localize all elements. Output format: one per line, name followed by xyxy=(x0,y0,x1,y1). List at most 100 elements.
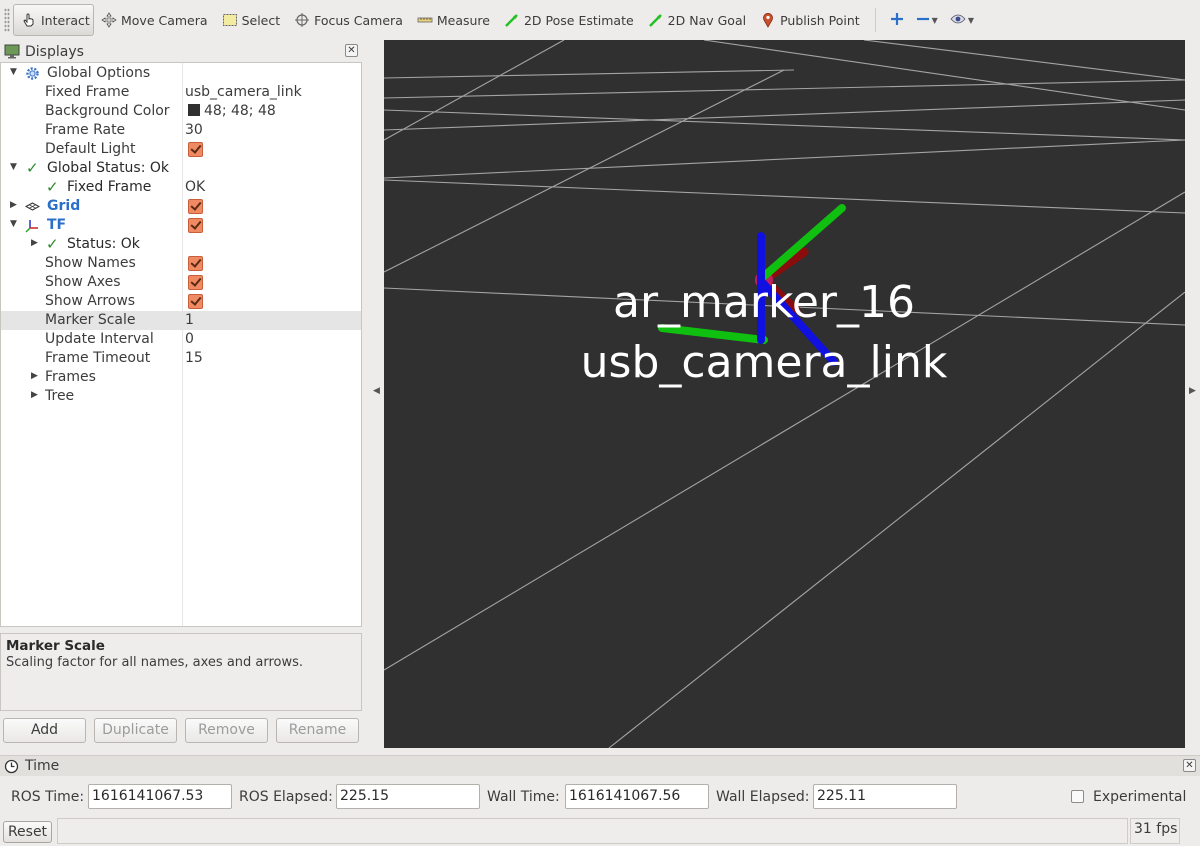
background-color-text: 48; 48; 48 xyxy=(204,103,276,119)
grid-icon xyxy=(24,199,41,214)
chevron-down-icon: ▼ xyxy=(967,15,974,25)
remove-display-button[interactable]: Remove xyxy=(185,718,268,743)
marker-scale-value[interactable]: 1 xyxy=(185,312,194,328)
frame-timeout-value[interactable]: 15 xyxy=(185,350,203,366)
collapse-arrow-icon[interactable]: ▶ xyxy=(31,390,41,400)
tree-row-fixed-frame[interactable]: Fixed Frame usb_camera_link xyxy=(1,83,361,102)
tree-row-show-names[interactable]: Show Names xyxy=(1,254,361,273)
toolbar-separator xyxy=(874,8,876,32)
tf-axes-icon xyxy=(25,218,41,233)
close-icon[interactable]: ✕ xyxy=(345,44,358,57)
expand-arrow-icon[interactable]: ▼ xyxy=(10,67,20,77)
tree-row-label: Fixed Frame xyxy=(45,84,130,100)
wall-time-field[interactable]: 1616141067.56 xyxy=(565,784,709,809)
view-panels-button[interactable]: ▼ xyxy=(944,5,980,35)
close-icon[interactable]: ✕ xyxy=(1183,759,1196,772)
select-tool-button[interactable]: Select xyxy=(215,5,288,35)
tree-row-show-axes[interactable]: Show Axes xyxy=(1,273,361,292)
displays-tree[interactable]: ▼ Global Options Fixed Frame usb_camera_… xyxy=(0,62,362,627)
tree-row-frame-timeout[interactable]: Frame Timeout 15 xyxy=(1,349,361,368)
grid-enabled-checkbox[interactable] xyxy=(188,199,203,214)
expand-arrow-icon[interactable]: ▼ xyxy=(10,162,20,172)
publish-point-tool-button[interactable]: Publish Point xyxy=(753,5,867,35)
ros-elapsed-field[interactable]: 225.15 xyxy=(336,784,480,809)
interact-tool-button[interactable]: Interact xyxy=(13,4,94,36)
description-title: Marker Scale xyxy=(6,638,105,654)
ros-time-label: ROS Time: xyxy=(11,789,85,805)
tf-enabled-checkbox[interactable] xyxy=(188,218,203,233)
hand-pointer-icon xyxy=(21,12,37,28)
nav-goal-tool-button[interactable]: 2D Nav Goal xyxy=(641,5,753,35)
chevron-down-icon: ▼ xyxy=(931,15,938,25)
publish-point-tool-label: Publish Point xyxy=(780,12,860,28)
tree-row-label: Frame Rate xyxy=(45,122,126,138)
tree-row-tf[interactable]: ▼ TF xyxy=(1,216,361,235)
experimental-checkbox[interactable] xyxy=(1071,790,1084,803)
tree-row-update-interval[interactable]: Update Interval 0 xyxy=(1,330,361,349)
focus-camera-tool-button[interactable]: Focus Camera xyxy=(287,5,410,35)
checkmark-icon: ✓ xyxy=(46,235,59,253)
fixed-frame-value[interactable]: usb_camera_link xyxy=(185,84,302,100)
tree-row-global-options[interactable]: ▼ Global Options xyxy=(1,64,361,83)
collapse-arrow-icon[interactable]: ▶ xyxy=(31,238,41,248)
remove-tool-button[interactable]: ▼ xyxy=(910,5,944,35)
tree-row-status-fixed-frame[interactable]: ✓ Fixed Frame OK xyxy=(1,178,361,197)
tree-row-label: Show Axes xyxy=(45,274,121,290)
tree-row-marker-scale[interactable]: Marker Scale 1 xyxy=(1,311,361,330)
duplicate-display-button[interactable]: Duplicate xyxy=(94,718,177,743)
checkmark-icon: ✓ xyxy=(26,159,39,177)
tree-row-tree[interactable]: ▶ Tree xyxy=(1,387,361,406)
collapse-arrow-icon[interactable]: ▶ xyxy=(31,371,41,381)
tree-row-default-light[interactable]: Default Light xyxy=(1,140,361,159)
displays-panel-header: Displays ✕ xyxy=(0,41,362,62)
move-camera-tool-button[interactable]: Move Camera xyxy=(94,5,215,35)
description-text: Scaling factor for all names, axes and a… xyxy=(6,655,304,670)
interact-tool-label: Interact xyxy=(41,12,90,28)
background-color-value[interactable]: 48; 48; 48 xyxy=(185,103,276,119)
tree-row-label: Status: Ok xyxy=(67,236,140,252)
default-light-checkbox[interactable] xyxy=(188,142,203,157)
move-camera-tool-label: Move Camera xyxy=(121,12,208,28)
expand-arrow-icon[interactable]: ▼ xyxy=(10,219,20,229)
show-names-checkbox[interactable] xyxy=(188,256,203,271)
displays-title: Displays xyxy=(25,43,84,60)
fixed-frame-status-value: OK xyxy=(185,179,206,195)
main-toolbar: Interact Move Camera Select Focus Camera… xyxy=(0,0,1200,40)
tree-row-show-arrows[interactable]: Show Arrows xyxy=(1,292,361,311)
collapse-arrow-icon[interactable]: ▶ xyxy=(10,200,20,210)
collapse-right-panel-icon[interactable]: ▶ xyxy=(1189,386,1196,396)
show-axes-checkbox[interactable] xyxy=(188,275,203,290)
reset-button[interactable]: Reset xyxy=(3,821,52,843)
wall-elapsed-label: Wall Elapsed: xyxy=(716,789,810,805)
tree-row-label: Default Light xyxy=(45,141,136,157)
frame-label-usb-camera: usb_camera_link xyxy=(581,337,948,388)
clock-icon xyxy=(4,759,19,774)
nav-goal-arrow-icon xyxy=(648,12,664,28)
frame-rate-value[interactable]: 30 xyxy=(185,122,203,138)
tree-row-global-status[interactable]: ▼ ✓ Global Status: Ok xyxy=(1,159,361,178)
frame-label-ar-marker: ar_marker_16 xyxy=(613,277,915,328)
tree-row-label: Update Interval xyxy=(45,331,154,347)
tree-row-grid[interactable]: ▶ Grid xyxy=(1,197,361,216)
ros-time-field[interactable]: 1616141067.53 xyxy=(88,784,232,809)
tree-row-frames[interactable]: ▶ Frames xyxy=(1,368,361,387)
rename-display-button[interactable]: Rename xyxy=(276,718,359,743)
add-display-button[interactable]: Add xyxy=(3,718,86,743)
wall-elapsed-field[interactable]: 225.11 xyxy=(813,784,957,809)
measure-tool-button[interactable]: Measure xyxy=(410,5,497,35)
collapse-left-panel-icon[interactable]: ◀ xyxy=(373,386,380,396)
tree-row-tf-status[interactable]: ▶ ✓ Status: Ok xyxy=(1,235,361,254)
select-tool-label: Select xyxy=(241,12,281,28)
show-arrows-checkbox[interactable] xyxy=(188,294,203,309)
toolbar-grip[interactable] xyxy=(4,8,10,32)
tree-row-frame-rate[interactable]: Frame Rate 30 xyxy=(1,121,361,140)
render-viewport[interactable]: ar_marker_16 usb_camera_link xyxy=(384,40,1185,748)
time-panel-title: Time xyxy=(25,758,60,774)
update-interval-value[interactable]: 0 xyxy=(185,331,194,347)
gear-icon xyxy=(25,66,41,81)
add-tool-button[interactable] xyxy=(884,5,910,35)
color-swatch xyxy=(188,104,200,116)
pose-estimate-tool-button[interactable]: 2D Pose Estimate xyxy=(497,5,641,35)
tree-row-label: Frames xyxy=(45,369,96,385)
tree-row-background-color[interactable]: Background Color 48; 48; 48 xyxy=(1,102,361,121)
